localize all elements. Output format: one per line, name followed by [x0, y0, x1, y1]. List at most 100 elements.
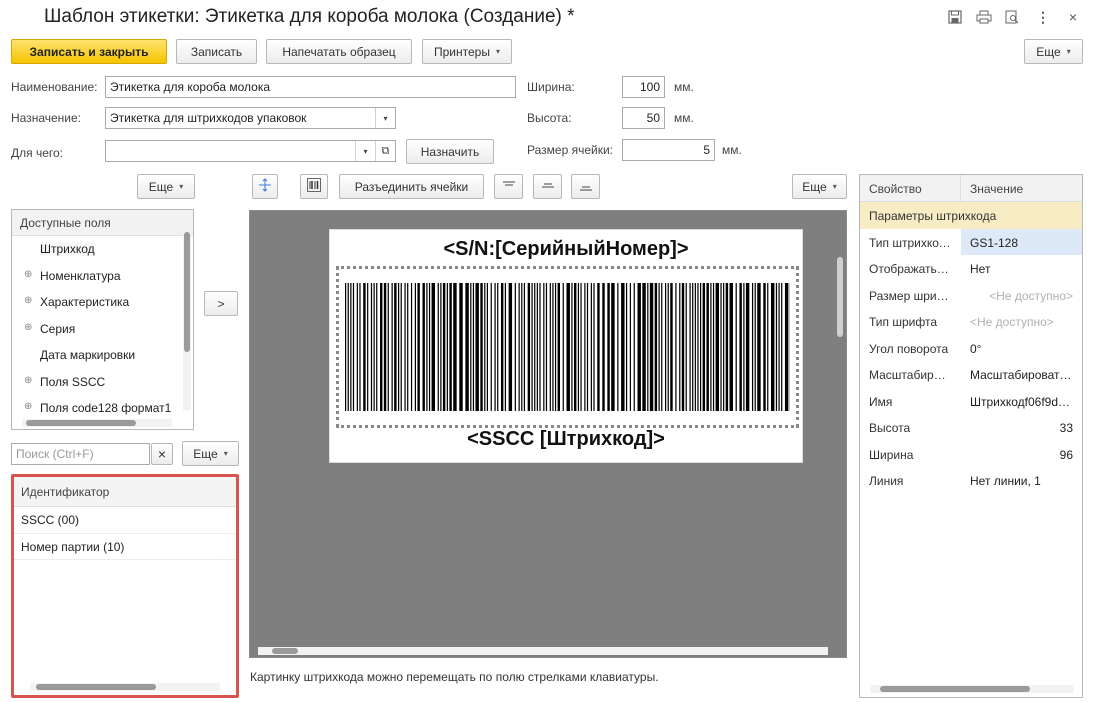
canvas-vertical-scrollbar[interactable] — [836, 217, 844, 637]
preview-icon[interactable] — [1003, 8, 1021, 26]
expand-icon[interactable]: ⊕ — [24, 295, 32, 306]
split-cells-button[interactable]: Разъединить ячейки — [339, 174, 484, 199]
scroll-thumb[interactable] — [880, 686, 1030, 692]
more-vert-icon[interactable]: ⋮ — [1034, 8, 1052, 26]
purpose-select[interactable]: Этикетка для штрихкодов упаковок ▾ — [105, 107, 396, 129]
tree-item-marking-date[interactable]: Дата маркировки — [12, 342, 193, 369]
property-row[interactable]: Масштабир… Масштабироват… — [860, 361, 1082, 388]
cell-size-field[interactable]: 5 — [622, 139, 715, 161]
add-field-button[interactable]: > — [204, 291, 238, 316]
save-icon[interactable] — [946, 8, 964, 26]
purpose-label: Назначение: — [11, 111, 82, 125]
property-name: Имя — [869, 394, 893, 409]
horizontal-scrollbar[interactable] — [870, 685, 1074, 693]
property-value[interactable]: Масштабироват… — [961, 361, 1082, 388]
table-row[interactable]: SSCC (00) — [14, 507, 236, 534]
print-sample-button[interactable]: Напечатать образец — [266, 39, 412, 64]
purpose-value: Этикетка для штрихкодов упаковок — [110, 111, 307, 125]
for-select[interactable]: ▾ ⧉ — [105, 140, 396, 162]
scroll-thumb[interactable] — [184, 232, 190, 352]
horizontal-scrollbar[interactable] — [22, 419, 172, 427]
tree-item-characteristic[interactable]: ⊕ Характеристика — [12, 289, 193, 316]
property-value[interactable]: Нет линии, 1 — [961, 467, 1082, 494]
open-icon[interactable]: ⧉ — [375, 141, 395, 161]
label-design-canvas[interactable]: <S/N:[СерийныйНомер]> <SSCC [Штрихкод]> — [249, 210, 847, 658]
align-middle-button[interactable] — [533, 174, 562, 199]
width-field[interactable]: 100 — [622, 76, 665, 98]
save-button[interactable]: Записать — [176, 39, 257, 64]
available-fields-tree[interactable]: Доступные поля Штрихкод ⊕ Номенклатура ⊕ Х… — [11, 209, 194, 430]
identifier-table[interactable]: Идентификатор SSCC (00) Номер партии (10… — [11, 474, 239, 698]
horizontal-scrollbar[interactable] — [30, 683, 220, 691]
assign-button[interactable]: Назначить — [406, 139, 494, 164]
scroll-thumb[interactable] — [837, 257, 843, 337]
move-icon — [258, 178, 272, 195]
barcode-frame[interactable] — [336, 266, 799, 428]
serial-number-field[interactable]: <S/N:[СерийныйНомер]> — [330, 238, 802, 261]
expand-icon[interactable]: ⊕ — [24, 322, 32, 333]
printers-button[interactable]: Принтеры ▾ — [422, 39, 512, 64]
property-row[interactable]: Высота 33 — [860, 414, 1082, 441]
sscc-field[interactable]: <SSCC [Штрихкод]> — [330, 428, 802, 451]
property-row[interactable]: Размер шри… <Не доступно> — [860, 282, 1082, 309]
property-value[interactable]: GS1-128 — [961, 228, 1082, 255]
height-field[interactable]: 50 — [622, 107, 665, 129]
vertical-scrollbar[interactable] — [183, 214, 191, 410]
align-top-button[interactable] — [494, 174, 523, 199]
chevron-down-icon: ▾ — [223, 449, 228, 458]
property-row[interactable]: Отображать… Нет — [860, 255, 1082, 282]
property-grid[interactable]: Свойство Значение Параметры штрихкода Ти… — [859, 174, 1083, 698]
hint-text: Картинку штрихкода можно перемещать по п… — [250, 670, 659, 684]
expand-icon[interactable]: ⊕ — [24, 269, 32, 280]
more-button[interactable]: Еще ▾ — [1024, 39, 1083, 64]
property-name: Линия — [869, 474, 904, 488]
expand-icon[interactable]: ⊕ — [24, 401, 32, 412]
name-field[interactable]: Этикетка для короба молока — [105, 76, 516, 98]
tree-item-label: Номенклатура — [40, 268, 121, 283]
property-value[interactable]: 33 — [961, 414, 1082, 441]
property-value[interactable]: 96 — [961, 441, 1082, 468]
move-tool-button[interactable] — [252, 174, 278, 199]
print-icon[interactable] — [975, 8, 993, 26]
tree-item-barcode[interactable]: Штрихкод — [12, 236, 193, 263]
clear-search-button[interactable]: × — [151, 443, 173, 465]
scroll-thumb[interactable] — [36, 684, 156, 690]
property-value[interactable]: 0° — [961, 335, 1082, 362]
property-row[interactable]: Ширина 96 — [860, 441, 1082, 468]
tree-item-nomenclature[interactable]: ⊕ Номенклатура — [12, 263, 193, 290]
property-name: Тип шрифта — [869, 315, 937, 329]
property-row[interactable]: Тип штрихкода GS1-128 — [860, 228, 1082, 255]
search-input[interactable]: Поиск (Ctrl+F) — [11, 443, 150, 465]
label-preview[interactable]: <S/N:[СерийныйНомер]> <SSCC [Штрихкод]> — [329, 229, 803, 463]
property-row[interactable]: Тип шрифта <Не доступно> — [860, 308, 1082, 335]
property-group[interactable]: Параметры штрихкода — [860, 202, 1082, 229]
chevron-down-icon[interactable]: ▾ — [355, 141, 375, 161]
window-title: Шаблон этикетки: Этикетка для короба мол… — [44, 6, 575, 27]
search-more-label: Еще — [193, 446, 218, 461]
property-value[interactable]: Штрихкодf06f9d9… — [961, 388, 1082, 415]
designer-more-button[interactable]: Еще ▾ — [792, 174, 847, 199]
close-icon[interactable]: × — [1064, 8, 1082, 26]
property-value[interactable]: Нет — [961, 255, 1082, 282]
property-row[interactable]: Имя Штрихкодf06f9d9… — [860, 388, 1082, 415]
align-bottom-button[interactable] — [571, 174, 600, 199]
canvas-horizontal-scrollbar[interactable] — [258, 647, 828, 655]
property-value: <Не доступно> — [989, 288, 1073, 303]
save-and-close-button[interactable]: Записать и закрыть — [11, 39, 167, 64]
chevron-down-icon: ▾ — [179, 182, 184, 191]
tree-item-series[interactable]: ⊕ Серия — [12, 316, 193, 343]
property-value: <Не доступно> — [970, 315, 1054, 329]
property-name: Масштабир… — [869, 368, 946, 382]
table-row[interactable]: Номер партии (10) — [14, 534, 236, 560]
search-more-button[interactable]: Еще ▾ — [182, 441, 239, 466]
barcode-tool-button[interactable] — [300, 174, 328, 199]
fields-more-button[interactable]: Еще ▾ — [137, 174, 195, 199]
tree-item-code128[interactable]: ⊕ Поля code128 формат1 — [12, 395, 193, 422]
chevron-down-icon[interactable]: ▾ — [375, 108, 395, 128]
scroll-thumb[interactable] — [272, 648, 298, 654]
scroll-thumb[interactable] — [26, 420, 136, 426]
tree-item-sscc-fields[interactable]: ⊕ Поля SSCC — [12, 369, 193, 396]
expand-icon[interactable]: ⊕ — [24, 375, 32, 386]
property-row[interactable]: Линия Нет линии, 1 — [860, 467, 1082, 494]
property-row[interactable]: Угол поворота 0° — [860, 335, 1082, 362]
